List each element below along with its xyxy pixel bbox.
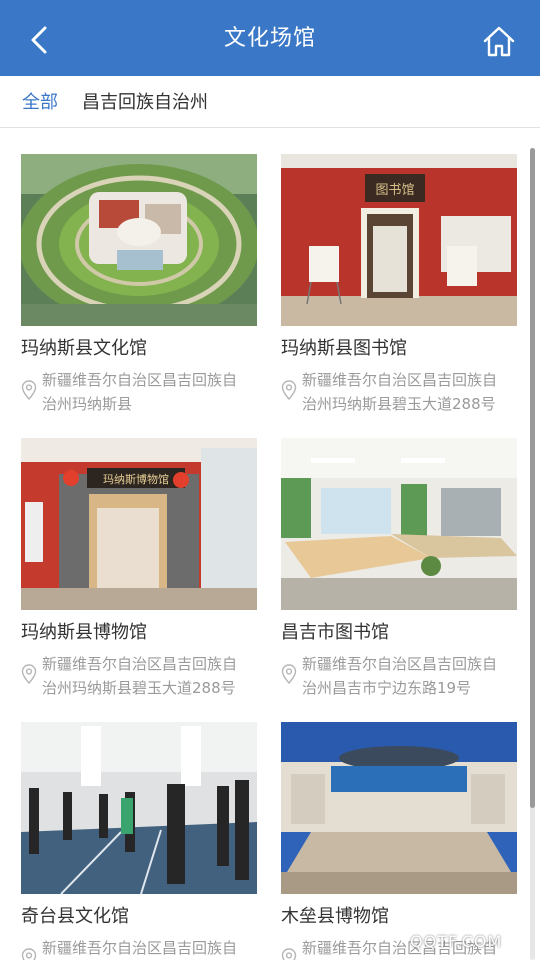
location-pin-icon	[21, 948, 37, 960]
library-sign-text: 图书馆	[375, 183, 414, 198]
home-button[interactable]	[480, 22, 518, 60]
back-button[interactable]	[22, 22, 58, 58]
venue-name: 玛纳斯县图书馆	[281, 338, 407, 359]
venue-photo	[281, 438, 517, 610]
scrollbar-thumb[interactable]	[530, 148, 535, 808]
location-pin-icon	[21, 380, 37, 400]
home-icon	[483, 26, 515, 57]
chevron-left-icon	[31, 26, 47, 54]
venue-address: 新疆维吾尔自治区昌吉回族自	[42, 936, 264, 960]
filter-all-link[interactable]: 全部	[22, 88, 58, 114]
venue-name: 昌吉市图书馆	[281, 622, 389, 643]
location-pin-icon	[21, 664, 37, 684]
app-header: 文化场馆	[0, 0, 540, 76]
location-pin-icon	[281, 380, 297, 400]
address-line: 治州玛纳斯县碧玉大道288号	[42, 679, 236, 697]
address-line: 新疆维吾尔自治区昌吉回族自	[302, 655, 498, 673]
address-line: 新疆维吾尔自治区昌吉回族自	[42, 939, 238, 957]
filter-region-link[interactable]: 昌吉回族自治州	[82, 88, 208, 114]
venue-address: 新疆维吾尔自治区昌吉回族自 治州玛纳斯县碧玉大道288号	[42, 652, 264, 700]
address-line: 治州玛纳斯县碧玉大道288号	[302, 395, 496, 413]
page-title: 文化场馆	[223, 26, 316, 51]
location-pin-icon	[281, 664, 297, 684]
scrollbar-track[interactable]	[530, 148, 535, 960]
venue-name: 奇台县文化馆	[21, 906, 129, 927]
address-line: 新疆维吾尔自治区昌吉回族自	[42, 371, 238, 389]
watermark: QQTF.COM	[410, 932, 503, 951]
venue-photo	[21, 154, 257, 326]
address-line: 治州昌吉市宁边东路19号	[302, 679, 472, 697]
venue-address: 新疆维吾尔自治区昌吉回族自 治州玛纳斯县	[42, 368, 264, 416]
museum-sign-text: 玛纳斯博物馆	[103, 472, 169, 486]
venue-photo: 图书馆	[281, 154, 517, 326]
venue-address: 新疆维吾尔自治区昌吉回族自 治州玛纳斯县碧玉大道288号	[302, 368, 524, 416]
address-line: 治州玛纳斯县	[42, 395, 133, 413]
venue-name: 木垒县博物馆	[281, 906, 389, 927]
venue-name: 玛纳斯县文化馆	[21, 338, 147, 359]
location-pin-icon	[281, 948, 297, 960]
venue-photo	[281, 722, 517, 894]
venue-photo: 玛纳斯博物馆	[21, 438, 257, 610]
address-line: 新疆维吾尔自治区昌吉回族自	[302, 371, 498, 389]
venue-name: 玛纳斯县博物馆	[21, 622, 147, 643]
venue-photo	[21, 722, 257, 894]
address-line: 新疆维吾尔自治区昌吉回族自	[42, 655, 238, 673]
venue-address: 新疆维吾尔自治区昌吉回族自 治州昌吉市宁边东路19号	[302, 652, 524, 700]
region-filter-bar: 全部 昌吉回族自治州	[0, 76, 540, 128]
